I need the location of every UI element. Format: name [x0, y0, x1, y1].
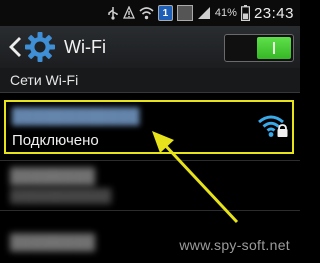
annotation-arrow	[152, 131, 239, 224]
watermark: www.spy-soft.net	[179, 237, 290, 253]
